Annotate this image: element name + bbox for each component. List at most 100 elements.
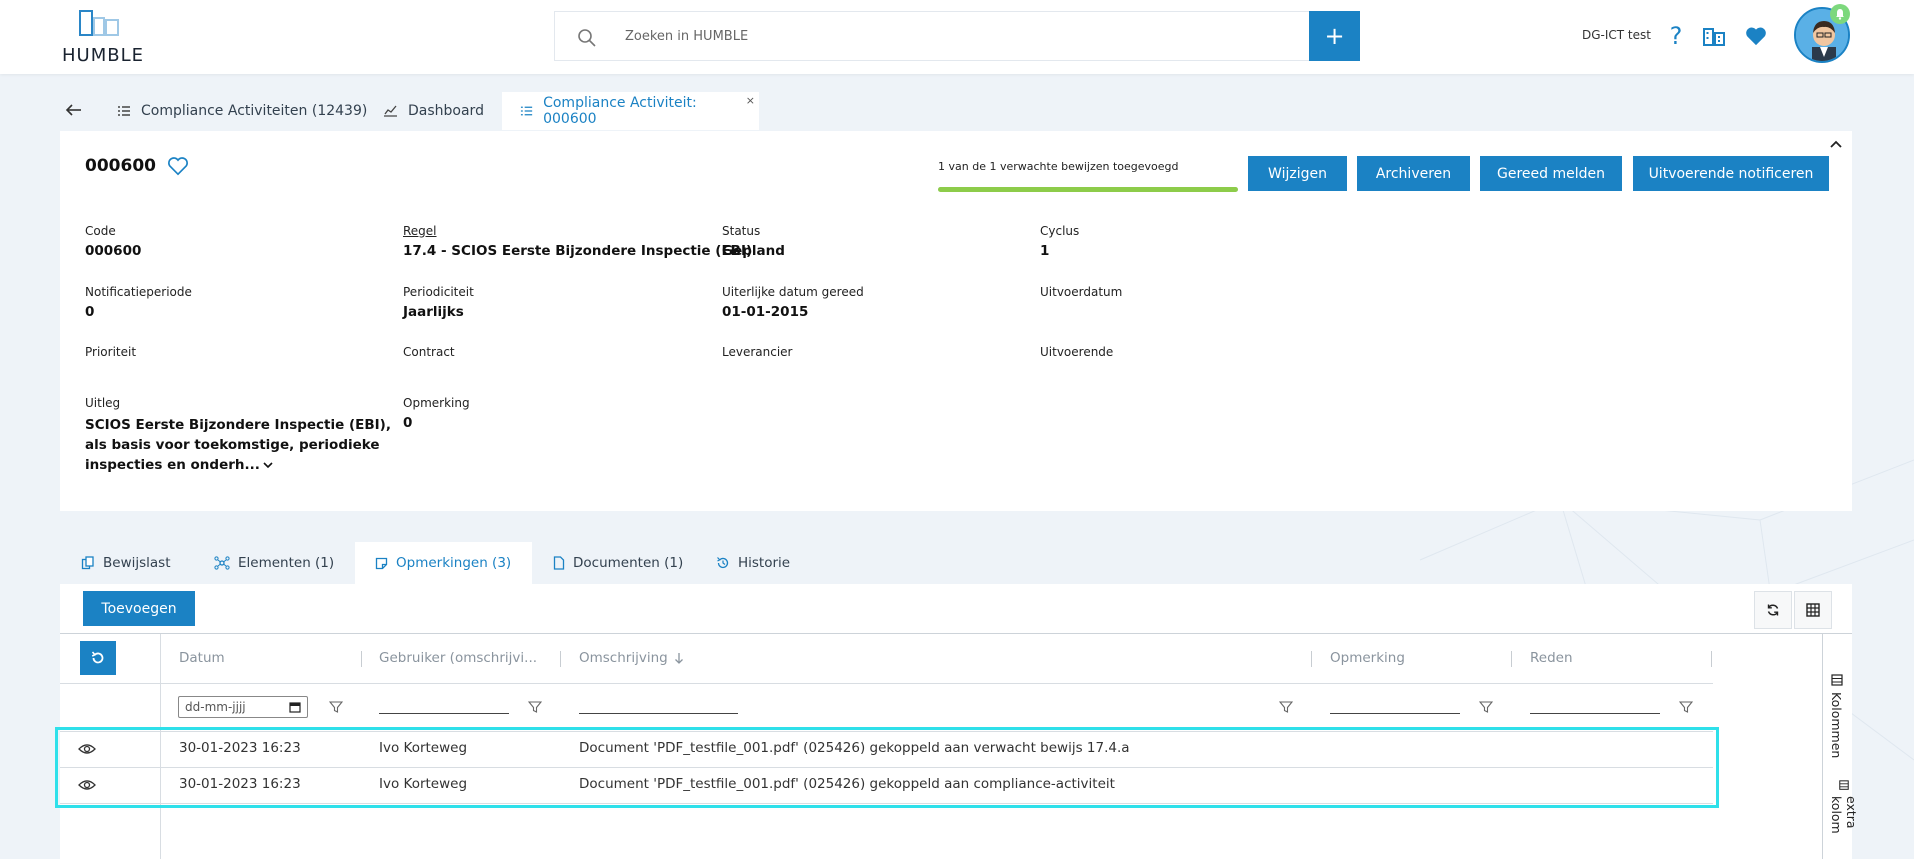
search-icon [578, 29, 596, 47]
uitvoerende-notificeren-button[interactable]: Uitvoerende notificeren [1633, 156, 1829, 191]
omschrijving-filter-icon[interactable] [1279, 700, 1293, 714]
kolommen-side-tab[interactable]: Kolommen [1829, 674, 1844, 758]
search-bar [554, 11, 1360, 61]
tab-label: Dashboard [408, 103, 484, 119]
expand-chevron-icon[interactable] [262, 460, 274, 470]
refresh-icon [1767, 604, 1779, 616]
gebruiker-filter-input[interactable] [379, 713, 509, 714]
columns-icon [1839, 780, 1849, 790]
notification-bell-icon[interactable] [1830, 4, 1850, 24]
notificatieperiode-value: 0 [85, 304, 95, 320]
table-icon [1806, 603, 1820, 617]
column-header-gebruiker[interactable]: Gebruiker (omschrijvi... [379, 650, 537, 666]
opmerking-filter-input[interactable] [1330, 713, 1460, 714]
wijzigen-button[interactable]: Wijzigen [1248, 156, 1347, 191]
calendar-icon[interactable] [289, 701, 301, 713]
selection-highlight [55, 727, 1719, 808]
tab-compliance-activiteit-000600[interactable]: Compliance Activiteit: 000600 × [502, 92, 759, 130]
reset-filters-button[interactable] [80, 641, 116, 675]
gereed-melden-button[interactable]: Gereed melden [1480, 156, 1622, 191]
sort-down-icon [674, 653, 683, 664]
chevron-up-icon[interactable] [1827, 136, 1845, 152]
reden-filter-input[interactable] [1530, 713, 1660, 714]
uiterlijke-datum-label: Uiterlijke datum gereed [722, 285, 864, 299]
grid-view-button[interactable] [1794, 591, 1832, 629]
subtab-opmerkingen[interactable]: Opmerkingen (3) [355, 542, 532, 584]
environment-label: DG-ICT test [1582, 28, 1651, 42]
progress-text: 1 van de 1 verwachte bewijzen toegevoegd [938, 160, 1179, 173]
cyclus-value: 1 [1040, 243, 1050, 259]
column-separator[interactable] [1711, 651, 1712, 667]
column-header-omschrijving[interactable]: Omschrijving [579, 650, 684, 666]
network-icon [214, 556, 230, 570]
uitvoerdatum-label: Uitvoerdatum [1040, 285, 1123, 299]
progress-bar [938, 187, 1238, 192]
column-separator[interactable] [1511, 651, 1512, 667]
notificatieperiode-label: Notificatieperiode [85, 285, 192, 299]
note-icon [375, 557, 388, 569]
gebruiker-filter-icon[interactable] [528, 700, 542, 714]
tab-dashboard[interactable]: Dashboard [383, 92, 484, 130]
reset-icon [91, 651, 104, 664]
reden-filter-icon[interactable] [1679, 700, 1693, 714]
toevoegen-button[interactable]: Toevoegen [83, 591, 195, 626]
top-bar: HUMBLE + DG-ICT test ? [0, 0, 1914, 74]
favorite-heart-icon[interactable] [167, 156, 189, 176]
tab-close-icon[interactable]: × [746, 94, 755, 107]
copy-icon [81, 556, 94, 570]
uitvoerende-label: Uitvoerende [1040, 345, 1114, 359]
favorites-heart-icon[interactable] [1742, 22, 1770, 50]
uiterlijke-datum-value: 01-01-2015 [722, 304, 809, 320]
subtab-historie[interactable]: Historie [716, 542, 790, 584]
add-button[interactable]: + [1309, 11, 1360, 61]
opmerking-filter-icon[interactable] [1479, 700, 1493, 714]
column-header-opmerking[interactable]: Opmerking [1330, 650, 1405, 666]
regel-value: 17.4 - SCIOS Eerste Bijzondere Inspectie… [403, 243, 753, 259]
datum-filter-icon[interactable] [329, 700, 343, 714]
humble-logo[interactable]: HUMBLE [58, 8, 148, 66]
contract-label: Contract [403, 345, 455, 359]
subtab-documenten[interactable]: Documenten (1) [553, 542, 683, 584]
regel-label[interactable]: Regel [403, 224, 437, 238]
refresh-button[interactable] [1754, 591, 1792, 629]
code-label: Code [85, 224, 116, 238]
column-separator[interactable] [1311, 651, 1312, 667]
document-icon [553, 556, 565, 570]
side-panel-divider [1822, 633, 1823, 859]
prioriteit-label: Prioriteit [85, 345, 137, 359]
column-separator[interactable] [560, 651, 561, 667]
columns-icon [1830, 674, 1843, 686]
help-icon[interactable]: ? [1662, 22, 1690, 50]
chart-icon [384, 105, 397, 117]
status-value: Gepland [722, 243, 785, 259]
tab-label: Compliance Activiteit: 000600 [543, 95, 697, 127]
search-input[interactable] [625, 12, 1265, 60]
progress-fill [938, 187, 1238, 192]
uitleg-label: Uitleg [85, 396, 121, 410]
header-divider [60, 683, 1713, 684]
tab-label: Compliance Activiteiten (12439) [141, 103, 368, 119]
archiveren-button[interactable]: Archiveren [1357, 156, 1470, 191]
list-icon [520, 106, 533, 116]
column-header-datum[interactable]: Datum [179, 650, 225, 666]
opmerking-value: 0 [403, 415, 413, 431]
extra-kolom-side-tab[interactable]: extra kolom [1829, 780, 1859, 859]
periodiciteit-value: Jaarlijks [403, 304, 464, 320]
subtab-elementen[interactable]: Elementen (1) [214, 542, 334, 584]
cyclus-label: Cyclus [1040, 224, 1080, 238]
column-separator[interactable] [361, 651, 362, 667]
buildings-icon[interactable] [1700, 22, 1728, 50]
datum-filter-input[interactable]: dd-mm-jjjj [178, 696, 308, 718]
tab-compliance-activiteiten[interactable]: Compliance Activiteiten (12439) [117, 92, 367, 130]
record-id: 000600 [85, 156, 156, 176]
back-arrow-icon[interactable] [64, 100, 84, 120]
history-icon [717, 557, 729, 569]
subtab-bewijslast[interactable]: Bewijslast [81, 542, 171, 584]
logo-text: HUMBLE [62, 45, 144, 66]
omschrijving-filter-input[interactable] [579, 713, 738, 714]
column-header-reden[interactable]: Reden [1530, 650, 1573, 666]
grid-top-border [60, 633, 1852, 634]
opmerking-label: Opmerking [403, 396, 470, 410]
list-icon [118, 106, 130, 116]
leverancier-label: Leverancier [722, 345, 793, 359]
